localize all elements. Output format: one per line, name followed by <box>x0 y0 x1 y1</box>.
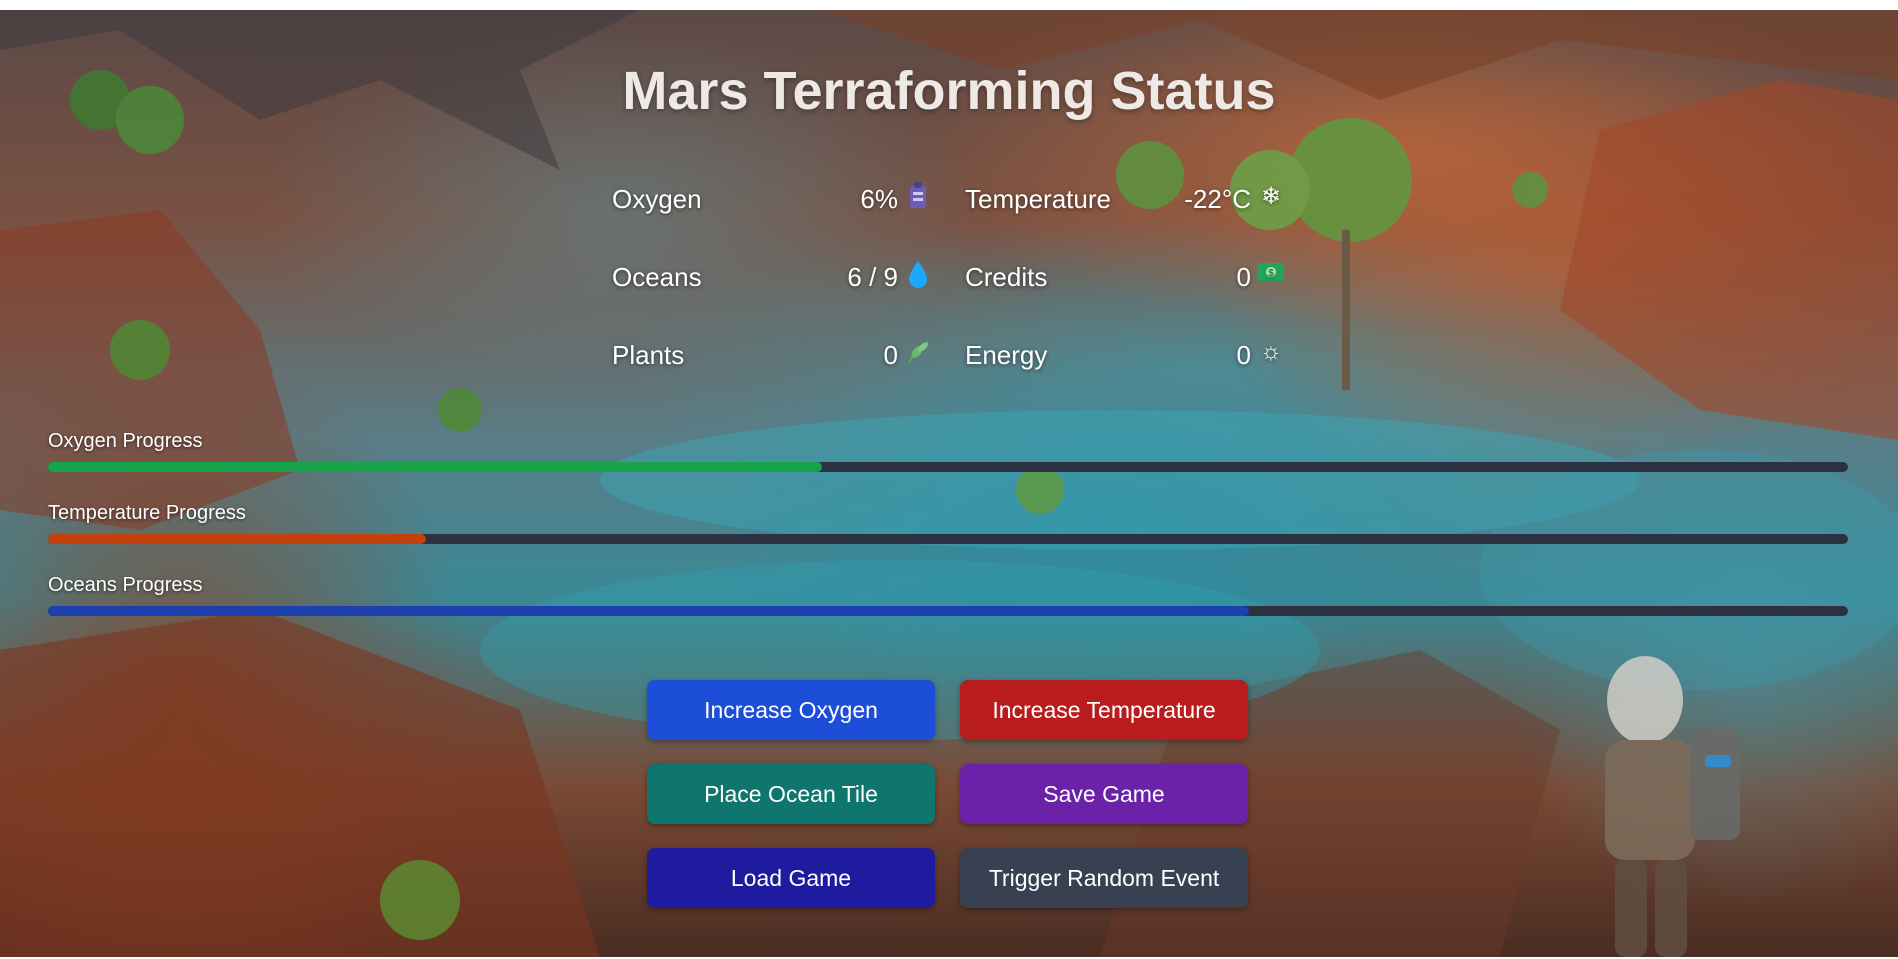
svg-text:$: $ <box>1268 268 1274 279</box>
stat-oceans-label: Oceans <box>612 262 702 292</box>
temperature-progress-track <box>48 534 1848 544</box>
oxygen-progress-label: Oxygen Progress <box>48 430 203 452</box>
money-icon: $ <box>1257 260 1285 290</box>
game-window: Mars Terraforming Status Oxygen 6% Tempe… <box>0 10 1898 957</box>
oxygen-progress-track <box>48 462 1848 472</box>
temperature-progress-fill <box>48 534 426 544</box>
stat-energy: Energy 0 ☼ <box>965 336 1285 376</box>
stat-temperature-value: -22°C <box>1184 184 1251 214</box>
load-game-button[interactable]: Load Game <box>647 848 935 908</box>
oceans-progress-track <box>48 606 1848 616</box>
stat-temperature: Temperature -22°C ❄ <box>965 180 1285 220</box>
trigger-random-event-button[interactable]: Trigger Random Event <box>960 848 1248 908</box>
oceans-progress: Oceans Progress <box>48 574 1848 616</box>
increase-temperature-button[interactable]: Increase Temperature <box>960 680 1248 740</box>
stat-oxygen-value: 6% <box>860 184 898 214</box>
temperature-progress: Temperature Progress <box>48 502 1848 544</box>
snowflake-icon: ❄ <box>1260 183 1282 210</box>
place-ocean-tile-button[interactable]: Place Ocean Tile <box>647 764 935 824</box>
stat-plants-label: Plants <box>612 340 685 370</box>
water-drop-icon <box>904 260 932 290</box>
stat-energy-label: Energy <box>965 340 1048 370</box>
oxygen-progress: Oxygen Progress <box>48 430 1848 472</box>
stat-oxygen: Oxygen 6% <box>612 180 932 220</box>
temperature-progress-label: Temperature Progress <box>48 502 246 524</box>
stat-energy-value: 0 <box>1236 340 1251 370</box>
sun-icon: ☼ <box>1260 338 1282 365</box>
oxygen-progress-fill <box>48 462 822 472</box>
stat-oceans-value: 6 / 9 <box>847 262 898 292</box>
oxygen-tank-icon <box>904 182 932 212</box>
oceans-progress-label: Oceans Progress <box>48 574 203 596</box>
mars-landscape-background <box>0 10 1898 957</box>
stat-credits-value: 0 <box>1236 262 1251 292</box>
increase-oxygen-button[interactable]: Increase Oxygen <box>647 680 935 740</box>
stat-oxygen-label: Oxygen <box>612 184 702 214</box>
stat-plants-value: 0 <box>883 340 898 370</box>
stats-panel: Oxygen 6% Temperature -22°C ❄ Oceans 6 /… <box>612 180 1292 425</box>
oceans-progress-fill <box>48 606 1249 616</box>
stat-credits-label: Credits <box>965 262 1048 292</box>
leaf-icon <box>904 338 932 368</box>
save-game-button[interactable]: Save Game <box>960 764 1248 824</box>
stat-plants: Plants 0 <box>612 336 932 376</box>
stat-oceans: Oceans 6 / 9 <box>612 258 932 298</box>
stat-credits: Credits 0 $ <box>965 258 1285 298</box>
stat-temperature-label: Temperature <box>965 184 1111 214</box>
page-title: Mars Terraforming Status <box>622 61 1276 121</box>
